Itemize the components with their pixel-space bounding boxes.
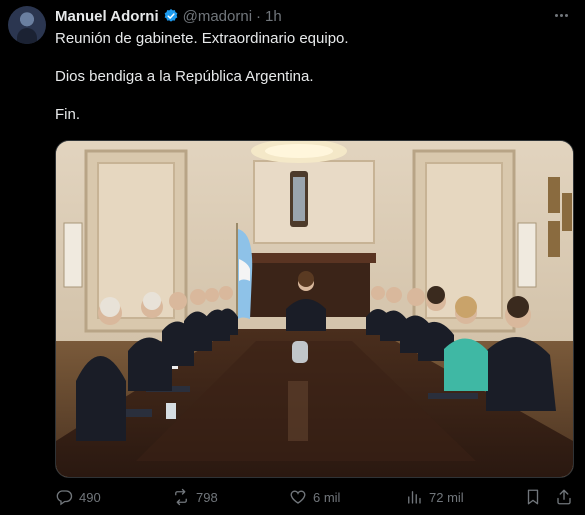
post-text-line: Dios bendiga a la República Argentina. xyxy=(55,68,314,85)
post-header: Manuel Adorni @madorni · 1h xyxy=(55,7,282,25)
post-time[interactable]: 1h xyxy=(265,8,282,25)
more-options-icon[interactable] xyxy=(551,6,571,24)
reply-button[interactable]: 490 xyxy=(55,487,101,507)
views-count: 72 mil xyxy=(429,489,464,505)
post-actions: 490 798 6 mil 72 mil xyxy=(55,487,575,507)
author-handle[interactable]: @madorni xyxy=(183,8,252,25)
verified-badge-icon xyxy=(164,9,177,22)
share-button[interactable] xyxy=(555,487,573,507)
views-icon xyxy=(408,491,421,504)
share-icon xyxy=(557,489,571,505)
repost-icon xyxy=(175,488,187,506)
bookmark-icon xyxy=(527,489,539,505)
header-separator: · xyxy=(256,7,262,25)
post-text-line: Reunión de gabinete. Extraordinario equi… xyxy=(55,30,349,47)
like-count: 6 mil xyxy=(313,489,341,505)
post-text-line: Fin. xyxy=(55,106,81,123)
reply-icon xyxy=(56,490,73,506)
avatar-figure xyxy=(17,28,37,44)
repost-count: 798 xyxy=(196,489,218,505)
bookmark-button[interactable] xyxy=(524,487,542,507)
post-photo[interactable] xyxy=(55,140,574,478)
repost-button[interactable]: 798 xyxy=(172,487,218,507)
author-avatar[interactable] xyxy=(8,6,46,44)
author-name[interactable]: Manuel Adorni xyxy=(55,8,159,25)
cabinet-meeting-photo xyxy=(56,141,573,477)
like-button[interactable]: 6 mil xyxy=(289,487,340,507)
reply-count: 490 xyxy=(79,489,101,505)
post-text: Reunión de gabinete. Extraordinario equi… xyxy=(55,29,565,124)
like-icon xyxy=(290,490,306,504)
views-button[interactable]: 72 mil xyxy=(405,487,464,507)
